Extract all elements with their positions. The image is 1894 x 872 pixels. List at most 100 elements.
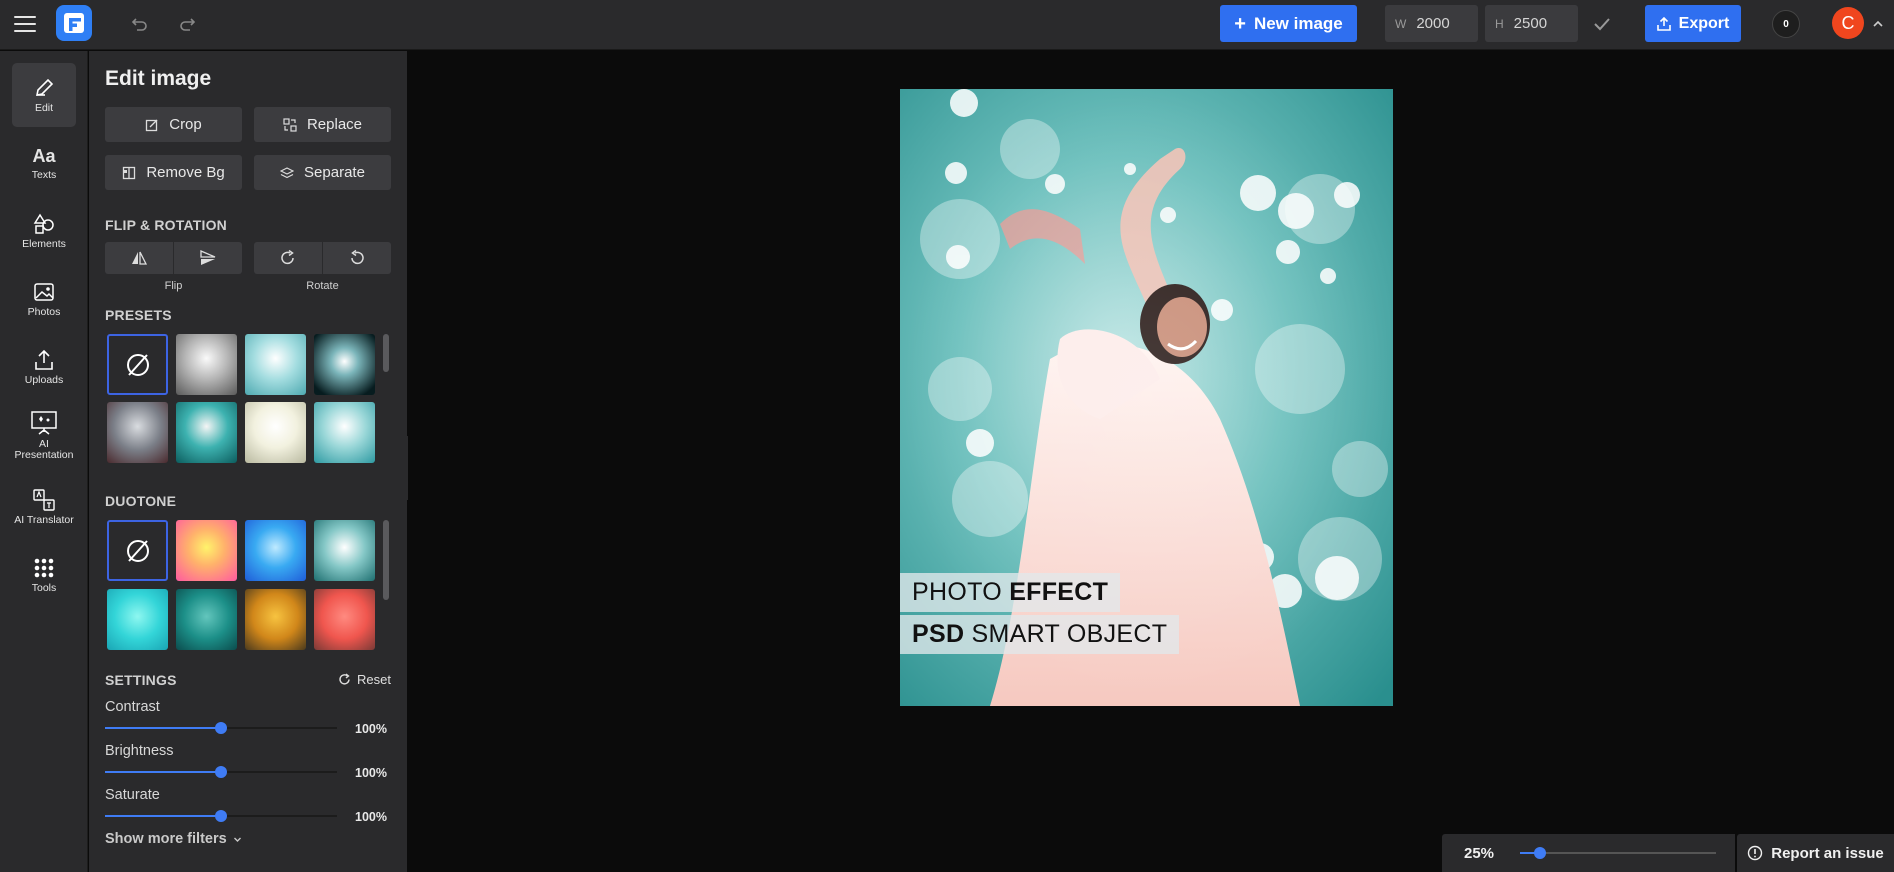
upload-icon — [1656, 16, 1671, 31]
contrast-label: Contrast — [105, 699, 160, 715]
flip-horizontal-icon[interactable] — [105, 242, 174, 274]
width-value[interactable]: 2000 — [1416, 15, 1449, 32]
shapes-icon — [33, 213, 54, 234]
translate-icon — [33, 488, 55, 511]
chevron-down-icon — [233, 837, 241, 842]
duotone-none[interactable] — [107, 520, 168, 581]
presentation-icon — [31, 411, 57, 435]
show-more-label: Show more filters — [105, 831, 227, 847]
sidebar-item-photos[interactable]: Photos — [12, 267, 76, 331]
duotone-thumbnail[interactable] — [245, 589, 306, 650]
zoom-slider[interactable] — [1520, 846, 1717, 860]
saturate-value: 100% — [355, 810, 387, 824]
height-field[interactable]: H 2500 — [1485, 5, 1578, 42]
sidebar-item-uploads[interactable]: Uploads — [12, 335, 76, 399]
sidebar-item-elements[interactable]: Elements — [12, 199, 76, 263]
grid-icon — [34, 558, 54, 577]
undo-icon[interactable] — [128, 12, 152, 36]
duotone-thumbnail[interactable] — [245, 520, 306, 581]
plus-icon: + — [1234, 12, 1246, 35]
width-field[interactable]: W 2000 — [1385, 5, 1478, 42]
hamburger-menu-icon[interactable] — [14, 13, 36, 35]
contrast-value: 100% — [355, 722, 387, 736]
duotone-thumbnail[interactable] — [314, 520, 375, 581]
slider-handle[interactable] — [215, 766, 227, 778]
sidebar-item-ai-presentation[interactable]: AI Presentation — [12, 401, 76, 471]
separate-button[interactable]: Separate — [254, 155, 391, 190]
design-artboard[interactable]: PHOTO EFFECT PSD SMART OBJECT — [900, 89, 1393, 706]
settings-heading: SETTINGS — [105, 672, 177, 688]
zoom-control: 25% — [1442, 834, 1735, 872]
no-filter-icon — [126, 353, 149, 376]
replace-icon — [283, 117, 297, 132]
notification-badge[interactable]: 0 — [1772, 10, 1800, 38]
preset-thumbnail[interactable] — [176, 402, 237, 463]
zoom-slider-handle[interactable] — [1533, 847, 1546, 859]
sidebar-item-ai-translator[interactable]: AI Translator — [12, 475, 76, 539]
rotate-group — [254, 242, 391, 274]
contrast-slider[interactable] — [105, 721, 337, 735]
preset-thumbnail[interactable] — [245, 334, 306, 395]
image-icon — [34, 282, 54, 301]
height-value[interactable]: 2500 — [1514, 15, 1547, 32]
export-button[interactable]: Export — [1645, 5, 1741, 42]
photo-image[interactable] — [900, 89, 1393, 706]
remove-bg-button[interactable]: Remove Bg — [105, 155, 242, 190]
text-icon: Aa — [32, 145, 56, 166]
text-line-2[interactable]: PSD SMART OBJECT — [900, 615, 1180, 654]
saturate-label: Saturate — [105, 787, 160, 803]
text-psd: PSD — [912, 620, 965, 648]
preset-thumbnail[interactable] — [245, 402, 306, 463]
new-image-label: New image — [1253, 13, 1343, 33]
top-bar: + New image W 2000 H 2500 Export 0 C — [0, 0, 1894, 50]
show-more-filters-button[interactable]: Show more filters — [105, 831, 242, 847]
duotone-thumbnail[interactable] — [107, 589, 168, 650]
sidebar-item-label: Uploads — [24, 373, 64, 386]
chevron-up-icon[interactable] — [1872, 18, 1884, 30]
sidebar-item-label: Elements — [22, 237, 66, 250]
height-label: H — [1495, 16, 1504, 31]
reset-button[interactable]: Reset — [338, 672, 391, 687]
text-line-1[interactable]: PHOTO EFFECT — [900, 573, 1121, 612]
crop-icon — [146, 119, 158, 131]
sidebar-item-label: Tools — [31, 581, 57, 594]
brightness-label: Brightness — [105, 743, 174, 759]
confirm-check-icon[interactable] — [1590, 12, 1614, 36]
left-sidebar: Edit Aa Texts Elements Photos Uploads AI… — [0, 51, 88, 872]
flip-vertical-icon[interactable] — [174, 242, 242, 274]
duotone-scrollbar[interactable] — [383, 520, 389, 600]
export-label: Export — [1678, 14, 1730, 32]
duotone-thumbnail[interactable] — [176, 589, 237, 650]
sidebar-item-tools[interactable]: Tools — [12, 543, 76, 607]
redo-icon[interactable] — [175, 12, 199, 36]
presets-scrollbar[interactable] — [383, 334, 389, 372]
brightness-slider[interactable] — [105, 765, 337, 779]
edit-image-panel: Edit image Crop Replace Remove Bg Separa… — [89, 51, 407, 872]
zoom-value[interactable]: 25% — [1464, 845, 1494, 862]
separate-label: Separate — [304, 164, 365, 181]
duotone-thumbnail[interactable] — [314, 589, 375, 650]
preset-thumbnail[interactable] — [107, 402, 168, 463]
report-issue-button[interactable]: Report an issue — [1737, 834, 1894, 872]
rotate-clockwise-icon[interactable] — [254, 242, 323, 274]
layers-icon — [280, 166, 295, 178]
avatar[interactable]: C — [1832, 7, 1864, 39]
preset-thumbnail[interactable] — [314, 402, 375, 463]
sidebar-item-label: Edit — [34, 101, 54, 114]
saturate-slider[interactable] — [105, 809, 337, 823]
rotate-counterclockwise-icon[interactable] — [323, 242, 391, 274]
app-logo[interactable] — [56, 5, 92, 41]
preset-thumbnail[interactable] — [314, 334, 375, 395]
new-image-button[interactable]: + New image — [1220, 5, 1357, 42]
preset-thumbnail[interactable] — [176, 334, 237, 395]
preset-none[interactable] — [107, 334, 168, 395]
crop-button[interactable]: Crop — [105, 107, 242, 142]
replace-button[interactable]: Replace — [254, 107, 391, 142]
sidebar-item-edit[interactable]: Edit — [12, 63, 76, 127]
slider-handle[interactable] — [215, 810, 227, 822]
crop-label: Crop — [169, 116, 202, 133]
duotone-thumbnail[interactable] — [176, 520, 237, 581]
sidebar-item-texts[interactable]: Aa Texts — [12, 131, 76, 195]
report-label: Report an issue — [1771, 844, 1884, 862]
slider-handle[interactable] — [215, 722, 227, 734]
